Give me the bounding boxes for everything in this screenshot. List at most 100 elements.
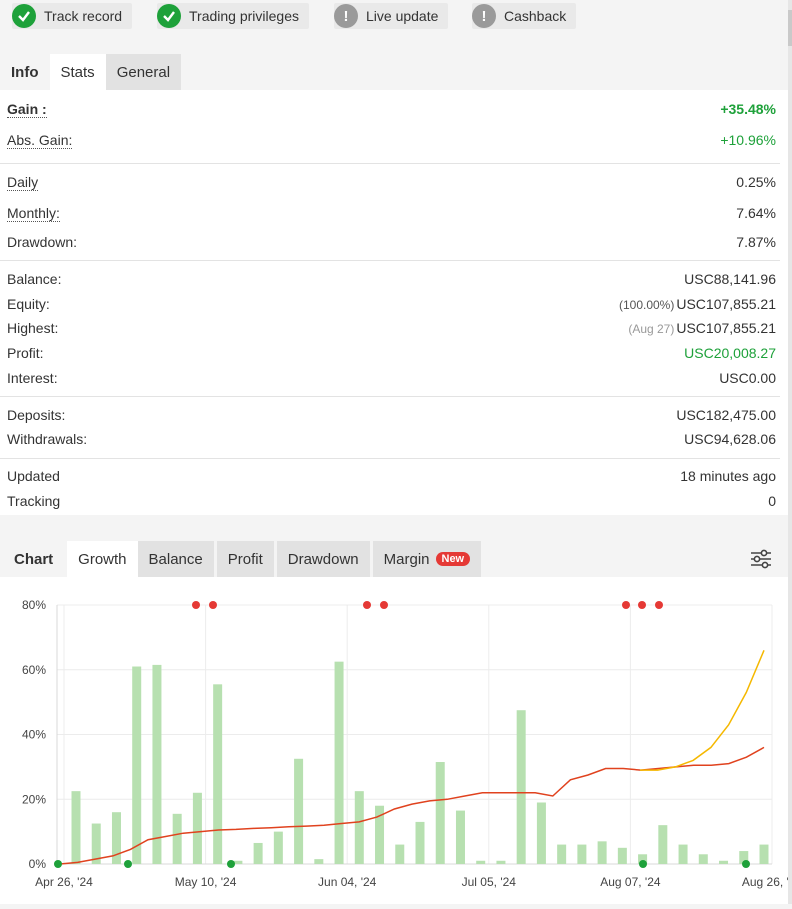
highest-date: (Aug 27) (628, 322, 675, 336)
equity-value: USC107,855.21 (676, 296, 776, 312)
growth-bar (577, 844, 587, 864)
growth-bar (617, 847, 627, 864)
growth-bar (314, 859, 324, 864)
tab-chart[interactable]: Chart (0, 541, 67, 577)
chart-tabs: Chart Growth Balance Profit Drawdown Mar… (0, 541, 484, 581)
growth-bar (698, 854, 708, 864)
tab-margin[interactable]: Margin New (372, 541, 482, 577)
withdrawals-row: Withdrawals: USC94,628.06 (7, 431, 776, 447)
growth-bar (516, 710, 526, 864)
growth-bar (476, 860, 486, 864)
tab-margin-label: Margin (383, 550, 430, 568)
growth-bar (354, 791, 364, 864)
growth-bar (455, 810, 465, 864)
highest-value: USC107,855.21 (676, 320, 776, 336)
gain-label[interactable]: Gain : (7, 101, 47, 118)
x-tick-label: Aug 07, '24 (600, 875, 661, 889)
exclamation-icon: ! (334, 4, 358, 28)
growth-bar (496, 860, 506, 864)
growth-bar (678, 844, 688, 864)
scrollbar-thumb[interactable] (788, 10, 792, 46)
x-tick-label: Jul 05, '24 (462, 875, 517, 889)
daily-row: Daily 0.25% (7, 174, 776, 191)
green-event-marker (124, 860, 132, 868)
growth-bar (719, 860, 729, 864)
y-tick-label: 80% (22, 598, 46, 612)
scrollbar[interactable] (788, 0, 792, 904)
stats-panel: Gain : +35.48% Abs. Gain: +10.96% Daily … (0, 90, 788, 515)
growth-bar (71, 791, 81, 864)
x-tick-label: Jun 04, '24 (318, 875, 377, 889)
equity-percent: (100.00%) (618, 298, 675, 312)
profit-label: Profit: (7, 345, 44, 361)
withdrawals-label: Withdrawals: (7, 431, 88, 447)
monthly-value: 7.64% (736, 205, 776, 221)
filter-settings-icon[interactable] (750, 548, 772, 570)
red-event-marker (638, 601, 646, 609)
divider (0, 396, 780, 397)
cashback-badge[interactable]: ! Cashback (472, 3, 577, 29)
growth-bar (536, 802, 546, 864)
tracking-label: Tracking (7, 493, 61, 509)
drawdown-row: Drawdown: 7.87% (7, 234, 776, 250)
x-tick-label: Aug 26, '24 (742, 875, 788, 889)
green-event-marker (227, 860, 235, 868)
deposits-value: USC182,475.00 (676, 407, 776, 423)
check-icon (12, 4, 36, 28)
drawdown-value: 7.87% (736, 234, 776, 250)
red-event-marker (655, 601, 663, 609)
abs-gain-value: +10.96% (720, 132, 776, 148)
growth-chart: 0% 20% 40% 60% 80% Apr 26, '24 May 10, '24 Jun … (0, 577, 792, 904)
tab-profit[interactable]: Profit (216, 541, 274, 577)
red-event-marker (209, 601, 217, 609)
interest-value: USC0.00 (719, 370, 776, 386)
red-event-marker (380, 601, 388, 609)
monthly-row: Monthly: 7.64% (7, 205, 776, 222)
tab-drawdown[interactable]: Drawdown (276, 541, 370, 577)
daily-value: 0.25% (736, 174, 776, 190)
profit-value: USC20,008.27 (684, 345, 776, 361)
growth-bar (395, 844, 405, 864)
growth-bar (415, 821, 425, 864)
red-event-marker (363, 601, 371, 609)
highest-row: Highest: (Aug 27) USC107,855.21 (7, 320, 776, 336)
y-tick-label: 40% (22, 728, 46, 742)
growth-bar (557, 844, 567, 864)
tracking-value: 0 (768, 493, 776, 509)
tracking-row: Tracking 0 (7, 493, 776, 509)
badge-label: Trading privileges (189, 8, 299, 24)
track-record-badge[interactable]: Track record (12, 3, 133, 29)
equity-label: Equity: (7, 296, 50, 312)
growth-bar (192, 792, 202, 864)
growth-bar (273, 831, 283, 864)
growth-bar (597, 841, 607, 864)
withdrawals-value: USC94,628.06 (684, 431, 776, 447)
tab-info[interactable]: Info (0, 54, 50, 90)
live-update-badge[interactable]: ! Live update (334, 3, 449, 29)
divider (0, 458, 780, 459)
x-tick-label: Apr 26, '24 (35, 875, 93, 889)
growth-bar (658, 825, 668, 864)
abs-gain-label[interactable]: Abs. Gain: (7, 132, 73, 149)
growth-bar (759, 844, 769, 864)
tab-balance[interactable]: Balance (137, 541, 214, 577)
tab-general[interactable]: General (105, 54, 182, 90)
daily-label[interactable]: Daily (7, 174, 39, 191)
interest-label: Interest: (7, 370, 58, 386)
deposits-row: Deposits: USC182,475.00 (7, 407, 776, 423)
x-tick-label: May 10, '24 (175, 875, 237, 889)
profit-row: Profit: USC20,008.27 (7, 345, 776, 361)
badge-label: Track record (44, 8, 123, 24)
green-event-marker (742, 860, 750, 868)
stats-tabs: Info Stats General (0, 54, 184, 94)
growth-bar (334, 661, 344, 864)
tab-growth[interactable]: Growth (67, 541, 138, 577)
growth-bar (172, 813, 182, 864)
trading-privileges-badge[interactable]: Trading privileges (157, 3, 309, 29)
green-event-marker (54, 860, 62, 868)
tab-stats[interactable]: Stats (49, 54, 106, 90)
red-event-marker (622, 601, 630, 609)
monthly-label[interactable]: Monthly: (7, 205, 60, 222)
red-event-marker (192, 601, 200, 609)
abs-gain-row: Abs. Gain: +10.96% (7, 132, 776, 149)
